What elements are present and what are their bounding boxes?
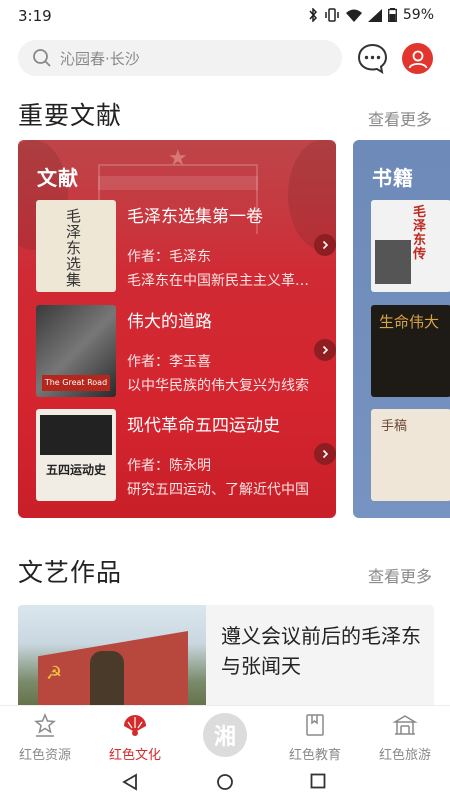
chevron-right-icon[interactable] xyxy=(314,443,336,465)
book-description: 毛泽东在中国新民主主义革命时期的重要著作 xyxy=(127,273,317,289)
fan-icon xyxy=(124,715,146,736)
book-cover[interactable]: 手稿 xyxy=(371,409,450,501)
book-cover: The Great Road xyxy=(36,305,116,397)
literature-card-label: 文献 xyxy=(37,166,79,190)
literature-section-title: 重要文献 xyxy=(18,101,123,130)
chevron-right-icon[interactable] xyxy=(314,339,336,361)
nav-red-culture[interactable]: 红色文化 xyxy=(90,712,180,763)
literature-more-link[interactable]: 查看更多 xyxy=(368,106,432,130)
art-section-title: 文艺作品 xyxy=(18,558,123,587)
literature-card[interactable]: ★ 文献 毛泽东选集 毛泽东选集第一卷 作者：毛泽东 毛泽东在中国新民主主义革命… xyxy=(18,140,336,518)
vibrate-icon xyxy=(325,8,339,22)
art-item-title: 遵义会议前后的毛泽东与张闻天 xyxy=(221,624,421,678)
status-bar: 3:19 59% xyxy=(0,0,450,32)
books-card-label: 书籍 xyxy=(372,166,414,190)
battery-icon xyxy=(387,8,397,22)
book-item[interactable]: 五四运动史 现代革命五四运动史 作者：陈永明 研究五四运动、了解近代中国 xyxy=(36,409,336,501)
book-title: 伟大的道路 xyxy=(127,312,212,332)
system-nav-bar xyxy=(0,763,450,800)
wifi-icon xyxy=(345,9,362,22)
search-icon xyxy=(33,49,51,67)
building-icon xyxy=(392,715,418,735)
book-cover[interactable]: 毛泽东传 xyxy=(371,200,450,292)
bluetooth-icon xyxy=(309,8,317,22)
search-placeholder: 沁园春·长沙 xyxy=(60,49,140,68)
home-icon[interactable] xyxy=(216,773,234,791)
book-title: 现代革命五四运动史 xyxy=(127,416,280,436)
book-title: 毛泽东选集第一卷 xyxy=(127,207,263,227)
books-card[interactable]: 书籍 毛泽东传 生命伟大 手稿 xyxy=(353,140,450,518)
book-description: 以中华民族的伟大复兴为线索 xyxy=(127,378,309,394)
book-author: 作者：毛泽东 xyxy=(127,249,211,265)
book-author: 作者：李玉喜 xyxy=(127,354,211,370)
back-icon[interactable] xyxy=(122,773,138,791)
chevron-right-icon[interactable] xyxy=(314,234,336,256)
avatar[interactable] xyxy=(402,43,433,74)
recents-icon[interactable] xyxy=(310,773,326,789)
battery-percent: 59% xyxy=(402,7,434,23)
center-logo[interactable]: 湘 xyxy=(203,713,247,757)
art-item[interactable]: ☭ 遵义会议前后的毛泽东与张闻天 xyxy=(18,605,434,715)
nav-red-resources[interactable]: 红色资源 xyxy=(0,712,90,763)
bottom-nav: 红色资源 红色文化 湘 红色教育 红色旅游 xyxy=(0,705,450,763)
book-author: 作者：陈永明 xyxy=(127,458,211,474)
star-icon: ★ xyxy=(168,146,188,171)
search-input[interactable]: 沁园春·长沙 xyxy=(18,40,342,76)
book-item[interactable]: The Great Road 伟大的道路 作者：李玉喜 以中华民族的伟大复兴为线… xyxy=(36,305,336,397)
book-cover[interactable]: 生命伟大 xyxy=(371,305,450,397)
book-icon xyxy=(306,714,324,736)
nav-red-tourism[interactable]: 红色旅游 xyxy=(360,712,450,763)
book-description: 研究五四运动、了解近代中国 xyxy=(127,482,309,498)
status-icons: 59% xyxy=(308,7,434,23)
hammer-sickle-icon: ☭ xyxy=(46,663,63,684)
star-pavilion-icon xyxy=(34,713,56,737)
status-time: 3:19 xyxy=(18,7,52,25)
monument-photo: ☭ xyxy=(18,605,206,715)
book-item[interactable]: 毛泽东选集 毛泽东选集第一卷 作者：毛泽东 毛泽东在中国新民主主义革命时期的重要… xyxy=(36,200,336,292)
art-more-link[interactable]: 查看更多 xyxy=(368,563,432,587)
nav-red-education[interactable]: 红色教育 xyxy=(270,712,360,763)
book-cover: 五四运动史 xyxy=(36,409,116,501)
user-icon xyxy=(408,50,427,68)
book-cover: 毛泽东选集 xyxy=(36,200,116,292)
message-icon[interactable] xyxy=(357,43,388,74)
signal-icon xyxy=(367,8,382,22)
